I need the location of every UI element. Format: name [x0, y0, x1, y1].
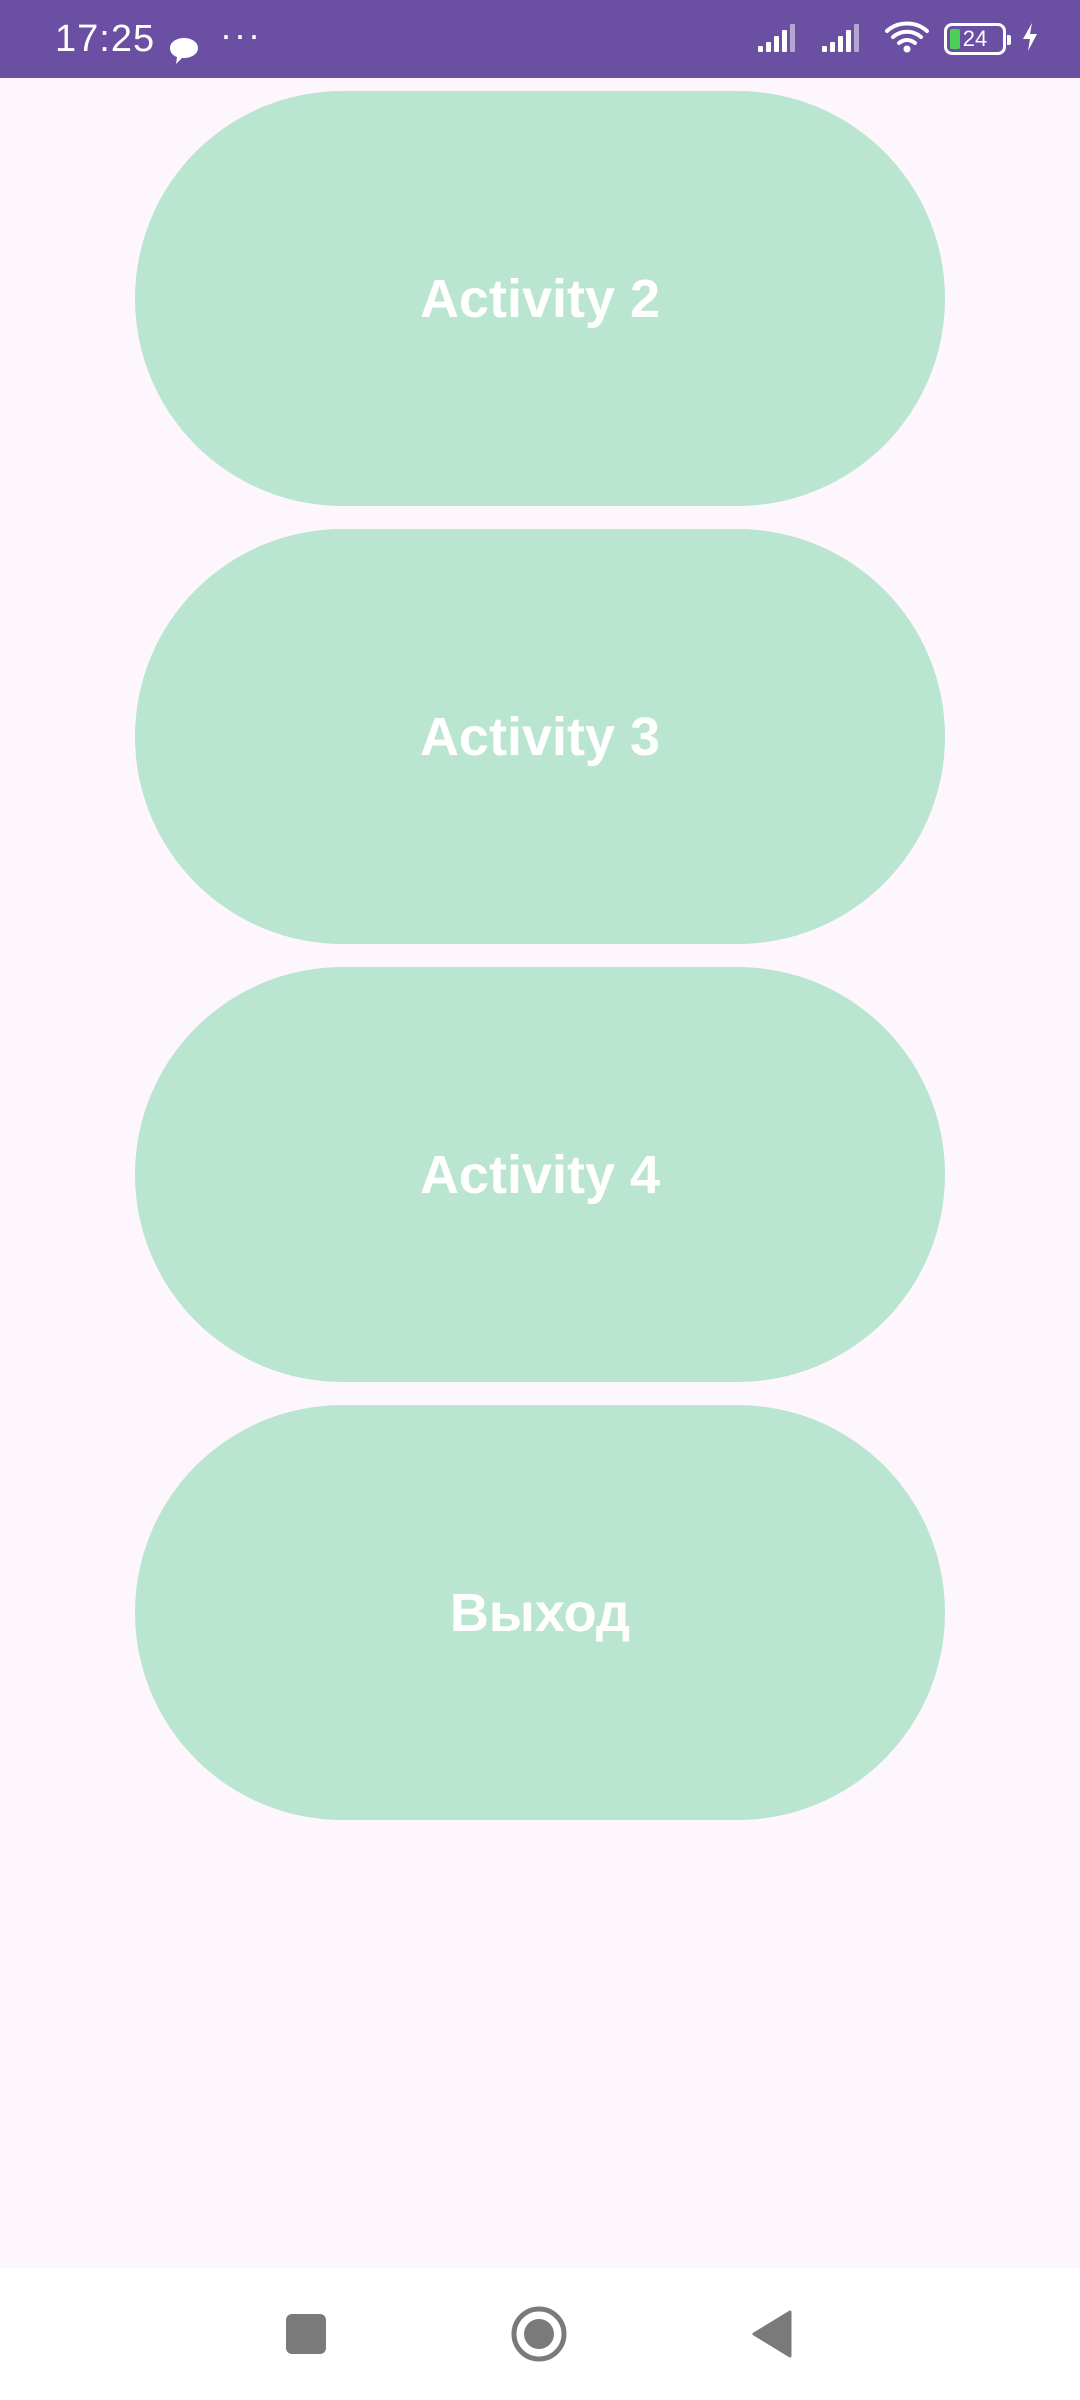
activity-2-button[interactable]: Activity 2	[135, 91, 945, 506]
wifi-icon	[884, 20, 930, 59]
exit-button-label: Выход	[449, 1582, 631, 1643]
status-bar: 17:25 ··· 24	[0, 0, 1080, 78]
status-time: 17:25	[55, 18, 156, 60]
battery-icon: 24	[944, 23, 1011, 55]
exit-button[interactable]: Выход	[135, 1405, 945, 1820]
navigation-bar	[0, 2268, 1080, 2400]
more-notifications-indicator: ···	[220, 14, 262, 55]
activity-3-button-label: Activity 3	[419, 706, 661, 767]
activity-4-button-label: Activity 4	[419, 1144, 661, 1205]
back-icon[interactable]	[730, 2292, 814, 2376]
battery-level: 24	[962, 26, 988, 51]
activity-3-button[interactable]: Activity 3	[135, 529, 945, 944]
message-bubble-icon	[168, 36, 200, 66]
activity-4-button[interactable]: Activity 4	[135, 967, 945, 1382]
signal-icon	[820, 20, 870, 59]
charging-icon	[1020, 21, 1040, 58]
home-icon[interactable]	[497, 2292, 581, 2376]
activity-2-button-label: Activity 2	[419, 268, 661, 329]
status-icons: 24	[756, 0, 1040, 78]
signal-icon	[756, 20, 806, 59]
recent-apps-icon[interactable]	[264, 2292, 348, 2376]
